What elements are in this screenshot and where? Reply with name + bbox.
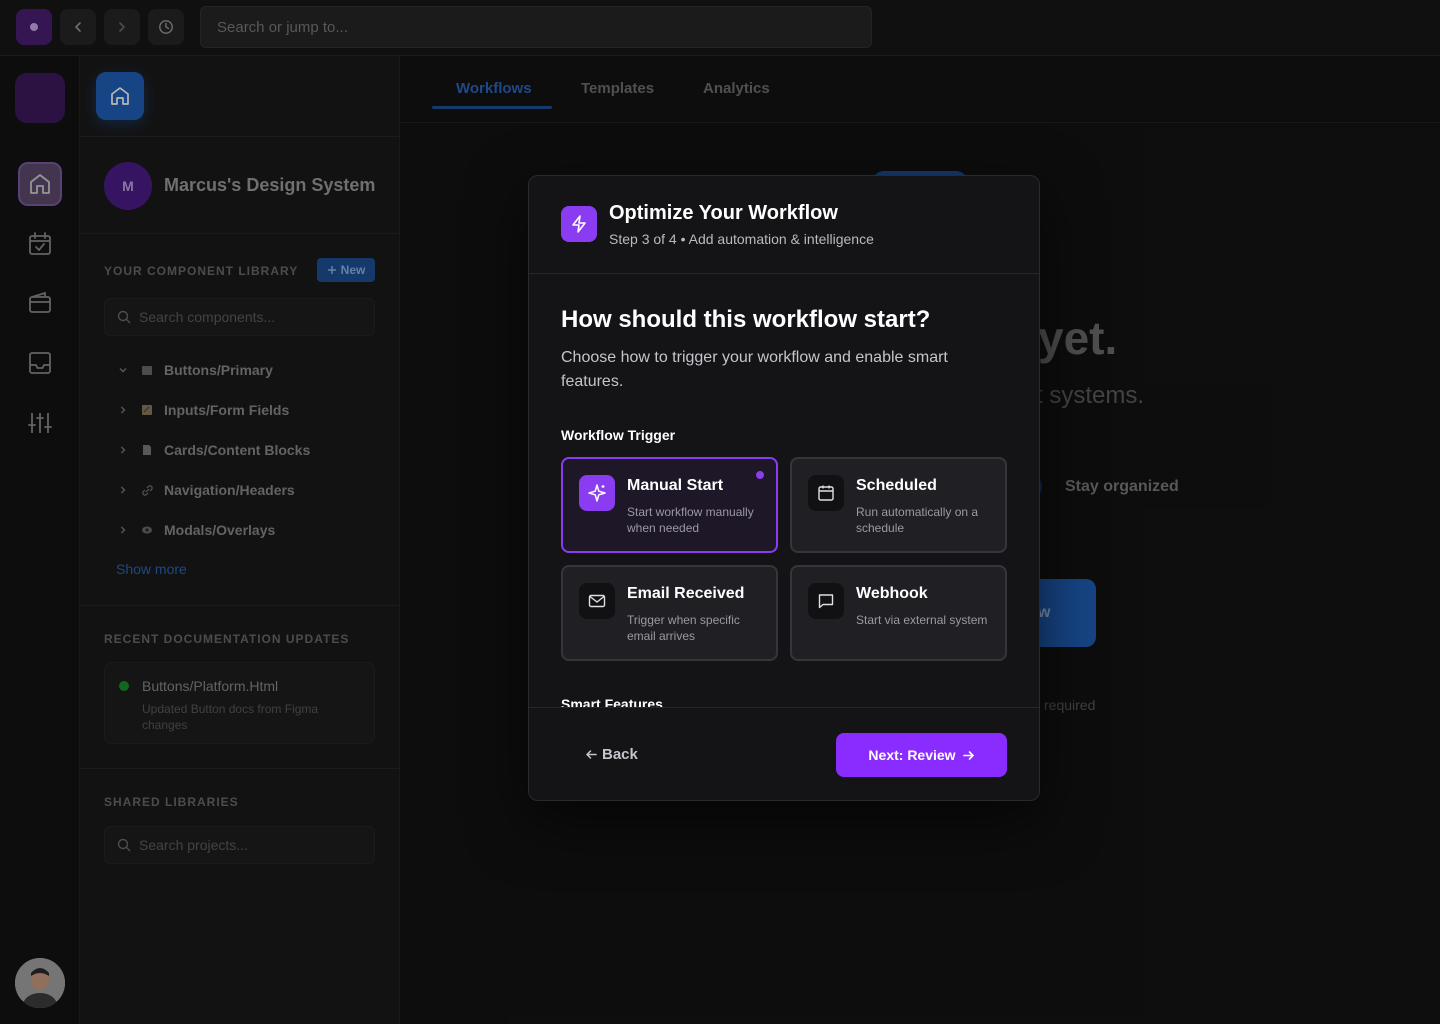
option-description: Start workflow manually when needed [627, 505, 754, 535]
option-title: Email Received [627, 585, 745, 602]
option-description: Trigger when specific email arrives [627, 613, 740, 643]
modal-title: Optimize Your Workflow [609, 202, 838, 224]
trigger-option-scheduled[interactable]: Scheduled Run automatically on a schedul… [790, 457, 1007, 553]
next-button-label: Next: Review [868, 747, 956, 763]
workflow-wizard-modal: Optimize Your Workflow Step 3 of 4 • Add… [528, 175, 1040, 801]
arrow-left-icon [585, 750, 597, 759]
step-description: Choose how to trigger your workflow and … [561, 349, 948, 390]
mail-icon [579, 583, 615, 619]
sparkle-icon [579, 475, 615, 511]
next-review-button[interactable]: Next: Review [836, 733, 1007, 777]
calendar-icon [808, 475, 844, 511]
selected-indicator [756, 471, 764, 479]
lightning-icon [561, 206, 597, 242]
modal-footer: Back Next: Review [529, 707, 1039, 800]
modal-step-subtitle: Step 3 of 4 • Add automation & intellige… [609, 231, 874, 247]
arrow-right-icon [962, 750, 974, 760]
trigger-option-webhook[interactable]: Webhook Start via external system [790, 565, 1007, 661]
option-description: Run automatically on a schedule [856, 505, 979, 535]
option-title: Scheduled [856, 477, 937, 494]
modal-header: Optimize Your Workflow Step 3 of 4 • Add… [529, 176, 1039, 274]
trigger-section-label: Workflow Trigger [561, 427, 676, 443]
option-title: Webhook [856, 585, 928, 602]
back-button-label: Back [602, 746, 638, 763]
step-question: How should this workflow start? [561, 306, 931, 333]
option-description: Start via external system [856, 613, 988, 627]
option-title: Manual Start [627, 477, 724, 494]
back-button[interactable]: Back [585, 746, 638, 763]
trigger-option-email-received[interactable]: Email Received Trigger when specific ema… [561, 565, 778, 661]
trigger-option-manual-start[interactable]: Manual Start Start workflow manually whe… [561, 457, 778, 553]
message-icon [808, 583, 844, 619]
